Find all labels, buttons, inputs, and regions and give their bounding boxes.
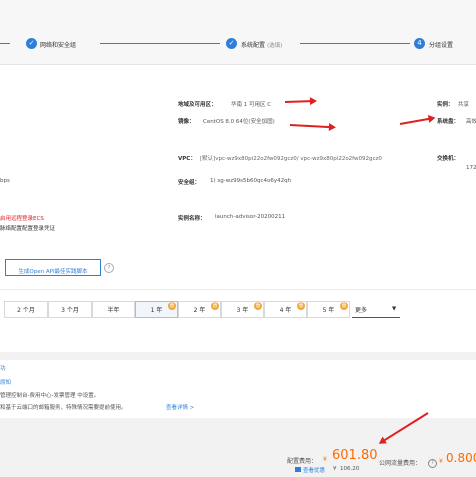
vswitch-value: 172 [466, 165, 476, 171]
note-line-4: 和基于云端口的邮箱服务，特殊情况需要提前使用。 [0, 405, 127, 411]
more-duration-label: 更多 [355, 307, 368, 314]
step-connector [100, 43, 220, 44]
region-value: 华南 1 可用区 C [231, 102, 272, 108]
step-connector [0, 43, 10, 44]
vpc-value: [默认]vpc-wz9x80pi22o2fw092gcz0/ vpc-wz9x8… [200, 156, 382, 162]
duration-option-2-months[interactable]: 2 个月 [4, 301, 48, 318]
instance-value: 共享 [458, 102, 470, 108]
traffic-fee-amount: 0.800 [446, 451, 476, 465]
traffic-fee-label: 公网流量费用： [379, 460, 422, 467]
step-optional-note: (选填) [266, 43, 283, 49]
duration-option-label: 3 个月 [61, 307, 79, 314]
step-number: 4 [414, 38, 425, 49]
duration-option-label: 2 年 [193, 307, 206, 314]
section-divider [0, 289, 476, 290]
discount-amount: 106.20 [340, 466, 360, 472]
duration-option-label: 2 个月 [17, 307, 35, 314]
system-disk-label: 系统盘： [437, 119, 460, 125]
vpc-label: VPC： [178, 156, 196, 162]
more-duration-dropdown[interactable]: 更多 ▼ [352, 301, 400, 318]
annotation-arrow [289, 124, 330, 129]
discount-badge-icon: 惠 [254, 302, 262, 310]
section-separator [0, 352, 476, 360]
duration-option-half-year[interactable]: 半年 [92, 301, 135, 318]
discount-icon [295, 467, 301, 472]
remote-login-warning: 启用远程登录ECS [0, 216, 44, 222]
step-grouping[interactable]: 分组设置 [429, 40, 453, 49]
steps-bar: ✓ 网络和安全组 ✓ 系统配置 (选填) 4 分组设置 [0, 0, 476, 65]
duration-option-label: 4 年 [279, 307, 292, 314]
duration-option-label: 5 年 [322, 307, 335, 314]
discount-badge-icon: 惠 [340, 302, 348, 310]
image-label: 镜像： [178, 119, 195, 125]
note-line-2: 原知 [0, 380, 12, 386]
generate-api-script-label: 生成Open API最佳实践脚本 [18, 269, 88, 275]
system-disk-value: 高效 [466, 119, 476, 125]
step-system-config[interactable]: 系统配置 (选填) [241, 40, 282, 49]
vswitch-label: 交换机： [437, 156, 460, 162]
traffic-fee-currency: ¥ [439, 458, 443, 465]
bandwidth-value: bps [0, 178, 10, 184]
step-complete-icon: ✓ [26, 38, 37, 49]
duration-option-3-months[interactable]: 3 个月 [48, 301, 92, 318]
chevron-down-icon: ▼ [392, 306, 397, 312]
instance-name-value: launch-advisor-20200211 [215, 214, 286, 220]
view-details-link[interactable]: 查看详情 > [166, 403, 194, 411]
view-discount-link[interactable]: 查看优惠 [303, 466, 325, 474]
security-group-label: 安全组： [178, 180, 201, 186]
config-fee-amount: 601.80 [332, 448, 378, 463]
discount-badge-icon: 惠 [297, 302, 305, 310]
duration-option-label: 3 年 [236, 307, 249, 314]
step-system-config-label: 系统配置 [241, 42, 266, 49]
instance-label: 实例： [437, 102, 454, 108]
annotation-arrow [284, 100, 312, 103]
security-group-value: 1) sg-wz99s5b60qc4o6y42qh [210, 178, 292, 184]
step-connector [300, 43, 410, 44]
config-fee-currency: ¥ [323, 456, 327, 463]
region-label: 地域及可用区： [178, 102, 217, 108]
annotation-arrow [399, 117, 430, 125]
image-value: CentOS 8.0 64位(安全加固) [203, 119, 275, 125]
help-icon[interactable]: ? [104, 263, 114, 273]
instance-name-label: 实例名称： [178, 216, 206, 222]
info-icon[interactable]: ? [428, 459, 437, 468]
duration-option-label: 半年 [107, 307, 120, 314]
note-line-3: 管理控制台-费用中心-发票管理 中设置。 [0, 393, 100, 399]
discount-badge-icon: 惠 [168, 302, 176, 310]
discount-currency: ¥ [333, 466, 337, 472]
duration-option-label: 1 年 [150, 307, 163, 314]
credential-warning: 脉络配置配置登录凭证 [0, 226, 56, 232]
discount-badge-icon: 惠 [211, 302, 219, 310]
note-line-1: 功 [0, 366, 6, 372]
config-fee-label: 配置费用： [287, 458, 318, 465]
generate-api-script-button[interactable]: 生成Open API最佳实践脚本 [5, 259, 101, 276]
step-network-security[interactable]: 网络和安全组 [40, 40, 76, 49]
step-complete-icon: ✓ [226, 38, 237, 49]
